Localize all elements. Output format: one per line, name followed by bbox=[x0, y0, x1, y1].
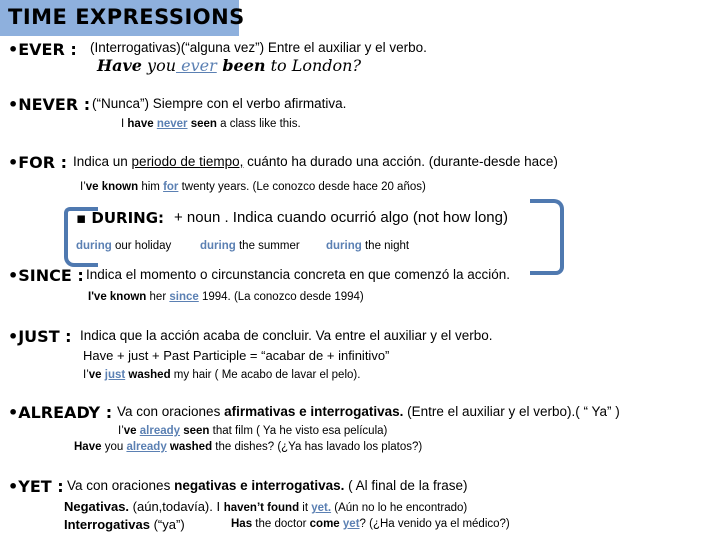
yet-keyword: yet bbox=[342, 518, 360, 530]
for-desc-pre: Indica un bbox=[73, 154, 132, 169]
already-ex2-washed: washed bbox=[169, 441, 213, 453]
never-ex-rest: a class like this. bbox=[216, 118, 301, 130]
ever-ex-been: been bbox=[216, 56, 266, 75]
already-desc-post: (Entre el auxiliar y el verbo).( “ Ya” ) bbox=[403, 404, 620, 419]
since-ex-known: I've known bbox=[88, 291, 147, 303]
ever-ex-have: Have bbox=[97, 56, 142, 75]
already-ex2-have: Have bbox=[74, 441, 102, 453]
just-keyword: just bbox=[104, 369, 126, 381]
already-ex2-you: you bbox=[101, 441, 127, 453]
for-heading: •FOR : bbox=[8, 153, 68, 172]
already-keyword: already bbox=[126, 441, 167, 453]
never-ex-i: I bbox=[121, 118, 125, 130]
yet-keyword: yet. bbox=[311, 502, 332, 514]
since-ex-her: her bbox=[146, 291, 170, 303]
during-keyword: during bbox=[326, 240, 362, 252]
during-bracket-right bbox=[530, 199, 564, 275]
yet-desc-pre: Va con oraciones bbox=[67, 478, 175, 493]
page-title: TIME EXPRESSIONS bbox=[8, 5, 245, 29]
ever-description: (Interrogativas)(“alguna vez”) Entre el … bbox=[90, 40, 427, 55]
during-example-3: during the night bbox=[326, 240, 409, 252]
during-keyword: during bbox=[76, 240, 112, 252]
never-description: (“Nunca”) Siempre con el verbo afirmativ… bbox=[92, 96, 347, 111]
yet-int-translation: ? (¿Ha venido ya el médico?) bbox=[359, 518, 510, 530]
yet-interrogative-desc: (“ya”) bbox=[149, 517, 185, 532]
already-ex1-seen: seen bbox=[183, 425, 210, 437]
yet-neg-it: it bbox=[299, 502, 312, 514]
never-keyword: never bbox=[156, 118, 188, 130]
since-description: Indica el momento o circunstancia concre… bbox=[86, 267, 510, 282]
already-ex2-rest: the dishes? (¿Ya has lavado los platos?) bbox=[212, 441, 423, 453]
yet-interrogative-label-line: Interrogativas (“ya”) bbox=[64, 517, 185, 532]
yet-int-has: Has bbox=[231, 518, 253, 530]
during-heading: ▪ DURING: bbox=[76, 209, 165, 227]
yet-negative-line: Negativas. (aún,todavía). I haven’t foun… bbox=[64, 499, 467, 514]
yet-interrogative-example: Has the doctor come yet? (¿Ha venido ya … bbox=[231, 518, 510, 530]
just-description: Indica que la acción acaba de concluir. … bbox=[80, 328, 493, 343]
yet-heading: •YET : bbox=[8, 477, 64, 496]
ever-ex-rest: to London? bbox=[265, 56, 362, 75]
yet-neg-translation: (Aún no lo he encontrado) bbox=[331, 502, 468, 514]
during-description: + noun . Indica cuando ocurrió algo (not… bbox=[174, 209, 508, 226]
ever-ex-you: you bbox=[141, 56, 177, 75]
just-example: I’ve just washed my hair ( Me acabo de l… bbox=[83, 369, 360, 381]
during-example-1: during our holiday bbox=[76, 240, 171, 252]
yet-negative-label: Negativas. bbox=[64, 499, 130, 514]
yet-neg-found: haven’t found bbox=[223, 502, 300, 514]
for-ex-rest: twenty years. (Le conozco desde hace 20 … bbox=[178, 181, 426, 193]
for-ex-him: him bbox=[138, 181, 164, 193]
since-example: I've known her since 1994. (La conozco d… bbox=[88, 291, 364, 303]
already-heading: •ALREADY : bbox=[8, 403, 113, 422]
already-ex1-rest: that film ( Ya he visto esa película) bbox=[209, 425, 388, 437]
already-description: Va con oraciones afirmativas e interroga… bbox=[117, 404, 620, 419]
never-ex-seen: seen bbox=[190, 118, 217, 130]
ever-keyword: ever bbox=[176, 56, 217, 75]
for-example: I’ve known him for twenty years. (Le con… bbox=[80, 181, 426, 193]
already-keyword: already bbox=[139, 425, 181, 437]
for-ex-known: ve known bbox=[85, 181, 139, 193]
yet-interrogative-label: Interrogativas bbox=[64, 517, 150, 532]
yet-int-doctor: the doctor bbox=[252, 518, 310, 530]
for-desc-post: cuánto ha durado una acción. (durante-de… bbox=[243, 154, 558, 169]
just-ex-washed: washed bbox=[128, 369, 171, 381]
just-formula: Have + just + Past Participle = “acabar … bbox=[83, 348, 390, 363]
for-description: Indica un periodo de tiempo, cuánto ha d… bbox=[73, 154, 558, 169]
never-heading: •NEVER : bbox=[8, 95, 91, 114]
ever-example: Have you ever been to London? bbox=[97, 56, 361, 75]
already-example-1: I’ve already seen that film ( Ya he vist… bbox=[118, 425, 387, 437]
yet-negative-desc: (aún,todavía). I bbox=[129, 499, 224, 514]
for-keyword: for bbox=[163, 181, 179, 193]
already-desc-pre: Va con oraciones bbox=[117, 404, 225, 419]
yet-description: Va con oraciones negativas e interrogati… bbox=[67, 478, 467, 493]
just-ex-ve: ve bbox=[88, 369, 102, 381]
during-example-text: our holiday bbox=[111, 240, 172, 252]
during-example-text: the summer bbox=[235, 240, 300, 252]
already-example-2: Have you already washed the dishes? (¿Ya… bbox=[74, 441, 422, 453]
yet-desc-bold: negativas e interrogativas. bbox=[174, 478, 345, 493]
already-ex1-ve: ve bbox=[123, 425, 137, 437]
during-keyword: during bbox=[200, 240, 236, 252]
just-heading: •JUST : bbox=[8, 327, 72, 346]
yet-int-come: come bbox=[309, 518, 340, 530]
for-desc-underlined: periodo de tiempo, bbox=[131, 154, 244, 169]
ever-heading: •EVER : bbox=[8, 40, 77, 59]
during-example-text: the night bbox=[361, 240, 410, 252]
never-example: I have never seen a class like this. bbox=[121, 118, 301, 130]
since-heading: •SINCE : bbox=[8, 266, 84, 285]
since-keyword: since bbox=[169, 291, 199, 303]
already-desc-bold: afirmativas e interrogativas. bbox=[224, 404, 404, 419]
just-ex-rest: my hair ( Me acabo de lavar el pelo). bbox=[170, 369, 361, 381]
since-ex-rest: 1994. (La conozco desde 1994) bbox=[198, 291, 364, 303]
during-example-2: during the summer bbox=[200, 240, 300, 252]
never-ex-have: have bbox=[127, 118, 154, 130]
yet-desc-post: ( Al final de la frase) bbox=[344, 478, 468, 493]
